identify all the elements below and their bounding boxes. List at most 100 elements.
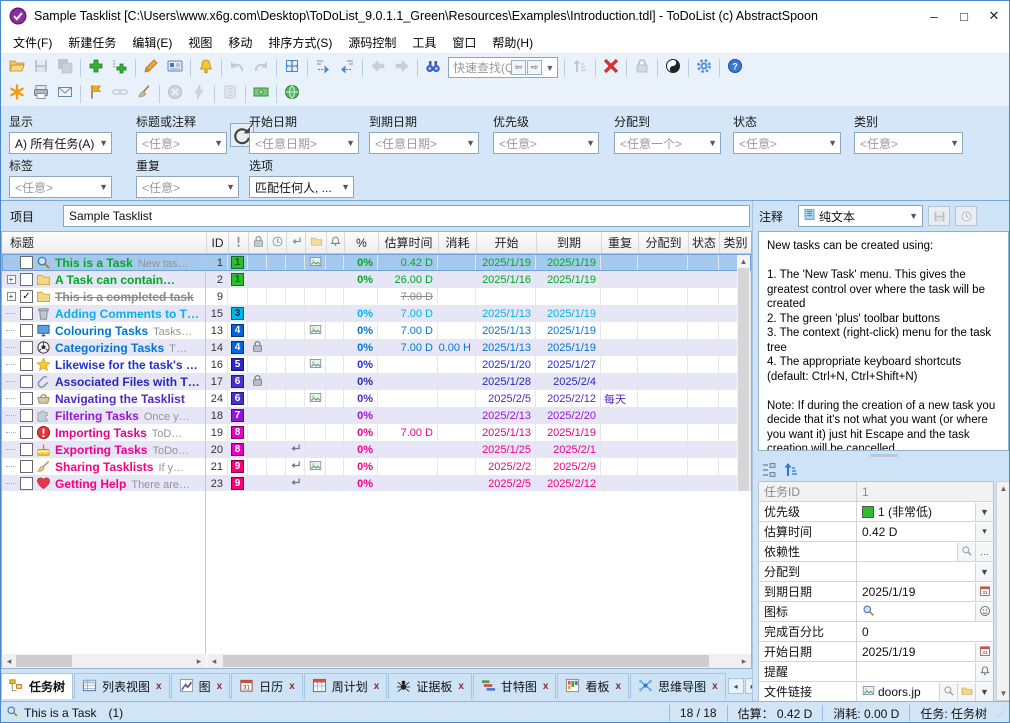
- task-row[interactable]: Exporting TasksToDo…2080%2025/1/252025/2…: [2, 441, 751, 458]
- style-button[interactable]: [661, 56, 685, 79]
- menu-源码控制[interactable]: 源码控制: [340, 31, 404, 54]
- column-header-recur[interactable]: [287, 232, 306, 253]
- comments-history-button[interactable]: [955, 206, 977, 226]
- filter-combo[interactable]: <任意>▼: [493, 132, 599, 154]
- menu-编辑(E)[interactable]: 编辑(E): [124, 31, 180, 54]
- outdent-task-button[interactable]: [335, 56, 359, 79]
- close-tab-icon[interactable]: x: [712, 681, 718, 692]
- quick-find-input[interactable]: 快速查找(Q): [453, 59, 511, 76]
- tab-列表视图[interactable]: 列表视图x: [74, 673, 170, 699]
- tab-甘特图[interactable]: 甘特图x: [473, 673, 557, 699]
- column-header-pct[interactable]: %: [345, 232, 379, 253]
- menu-工具[interactable]: 工具: [404, 31, 444, 54]
- task-checkbox[interactable]: [20, 273, 33, 286]
- filter-combo[interactable]: <任意一个>▼: [614, 132, 721, 154]
- minimize-button[interactable]: –: [919, 1, 949, 31]
- task-checkbox[interactable]: [20, 375, 33, 388]
- filter-combo[interactable]: A) 所有任务(A)▼: [9, 132, 112, 154]
- task-row[interactable]: Colouring TasksTasks…1340%7.00 D2025/1/1…: [2, 322, 751, 339]
- scroll-up-icon[interactable]: ▲: [997, 482, 1010, 495]
- group-attributes-button[interactable]: [758, 460, 780, 480]
- attribute-spin-button[interactable]: ▾: [975, 523, 993, 541]
- menu-帮助(H)[interactable]: 帮助(H): [484, 31, 541, 54]
- task-checkbox[interactable]: ✓: [20, 290, 33, 303]
- attribute-value[interactable]: doors.jp▼: [857, 682, 993, 701]
- attribute-value[interactable]: [857, 662, 993, 681]
- tab-看板[interactable]: 看板x: [557, 673, 629, 699]
- close-tab-icon[interactable]: x: [458, 681, 464, 692]
- task-row[interactable]: Likewise for the task's …1650%2025/1/202…: [2, 356, 751, 373]
- task-row[interactable]: Associated Files with T…1760%2025/1/2820…: [2, 373, 751, 390]
- column-header-bell[interactable]: [327, 232, 345, 253]
- sort-attributes-button[interactable]: [780, 460, 802, 480]
- save-all-button[interactable]: [53, 56, 77, 79]
- resize-grip[interactable]: ⋰: [997, 708, 1009, 719]
- attribute-magnifier-small-button[interactable]: [957, 543, 975, 561]
- filter-combo[interactable]: <任意>▼: [733, 132, 841, 154]
- attribute-value[interactable]: 1 (非常低)▼: [857, 502, 993, 521]
- new-subtask-button[interactable]: [108, 56, 132, 79]
- project-input[interactable]: Sample Tasklist: [63, 205, 750, 227]
- attribute-magnifier-small-button[interactable]: [939, 683, 957, 701]
- filter-combo[interactable]: <任意日期>▼: [249, 132, 359, 154]
- tab-证据板[interactable]: 证据板x: [388, 673, 472, 699]
- filter-combo[interactable]: <任意>▼: [9, 176, 112, 198]
- column-header-lock[interactable]: [249, 232, 268, 253]
- preferences-button[interactable]: [692, 56, 716, 79]
- attribute-value[interactable]: 2025/1/1931: [857, 642, 993, 661]
- task-checkbox[interactable]: [20, 426, 33, 439]
- column-header-spent[interactable]: 消耗: [439, 232, 477, 253]
- menu-窗口[interactable]: 窗口: [444, 31, 484, 54]
- column-header-rep[interactable]: 重复: [602, 232, 639, 253]
- close-tab-icon[interactable]: x: [156, 681, 162, 692]
- task-checkbox[interactable]: [20, 392, 33, 405]
- scroll-down-icon[interactable]: ▼: [997, 687, 1010, 700]
- prev-task-button[interactable]: [366, 56, 390, 79]
- scroll-up-icon[interactable]: ▲: [737, 255, 750, 268]
- tab-思维导图[interactable]: 思维导图x: [630, 673, 726, 699]
- task-checkbox[interactable]: [20, 358, 33, 371]
- column-header-title[interactable]: 标题: [2, 232, 207, 253]
- column-header-due[interactable]: 到期: [537, 232, 602, 253]
- task-row[interactable]: Adding Comments to T…1530%7.00 D2025/1/1…: [2, 305, 751, 322]
- attribute-chevron-button[interactable]: ▼: [975, 503, 993, 521]
- attribute-value[interactable]: 0: [857, 622, 993, 641]
- next-task-button[interactable]: [390, 56, 414, 79]
- find-next-icon[interactable]: ⇨: [527, 60, 542, 75]
- attribute-calendar-button[interactable]: 31: [975, 583, 993, 601]
- attribute-smiley-button[interactable]: [975, 603, 993, 621]
- attribute-value[interactable]: …: [857, 542, 993, 561]
- scroll-right-icon[interactable]: ▸: [192, 656, 206, 667]
- donate-button[interactable]: [249, 82, 273, 105]
- save-button[interactable]: [29, 56, 53, 79]
- menu-排序方式(S)[interactable]: 排序方式(S): [260, 31, 340, 54]
- find-prev-icon[interactable]: ⇦: [511, 60, 526, 75]
- column-header-start[interactable]: 开始: [477, 232, 537, 253]
- task-checkbox[interactable]: [20, 256, 33, 269]
- link-task-button[interactable]: [108, 82, 132, 105]
- open-tasklist-button[interactable]: [5, 56, 29, 79]
- task-row[interactable]: Filtering TasksOnce y…1870%2025/2/132025…: [2, 407, 751, 424]
- find-tasks-button[interactable]: [421, 56, 445, 79]
- task-row[interactable]: Navigating the Tasklist2460%2025/2/52025…: [2, 390, 751, 407]
- attribute-folder-small-button[interactable]: [957, 683, 975, 701]
- new-task-button[interactable]: [84, 56, 108, 79]
- expand-icon[interactable]: +: [7, 275, 16, 284]
- task-row[interactable]: This is a TaskNew tas…110%0.42 D2025/1/1…: [2, 254, 751, 271]
- edit-task-button[interactable]: [139, 56, 163, 79]
- close-tab-icon[interactable]: x: [616, 681, 622, 692]
- attribute-value[interactable]: 0.42 D▾: [857, 522, 993, 541]
- filter-combo[interactable]: <任意日期>▼: [369, 132, 479, 154]
- task-checkbox[interactable]: [20, 409, 33, 422]
- delete-task-button[interactable]: [599, 56, 623, 79]
- attribute-value[interactable]: 1: [857, 482, 993, 501]
- comments-format-combo[interactable]: 纯文本 ▼: [798, 205, 923, 227]
- lock-tasklist-button[interactable]: [630, 56, 654, 79]
- help-button[interactable]: ?: [723, 56, 747, 79]
- task-checkbox[interactable]: [20, 477, 33, 490]
- close-tab-icon[interactable]: x: [374, 681, 380, 692]
- title-column-hscrollbar[interactable]: ◂ ▸: [2, 654, 206, 668]
- tab-任务树[interactable]: 任务树: [1, 673, 73, 699]
- email-button[interactable]: [53, 82, 77, 105]
- web-button[interactable]: [280, 82, 304, 105]
